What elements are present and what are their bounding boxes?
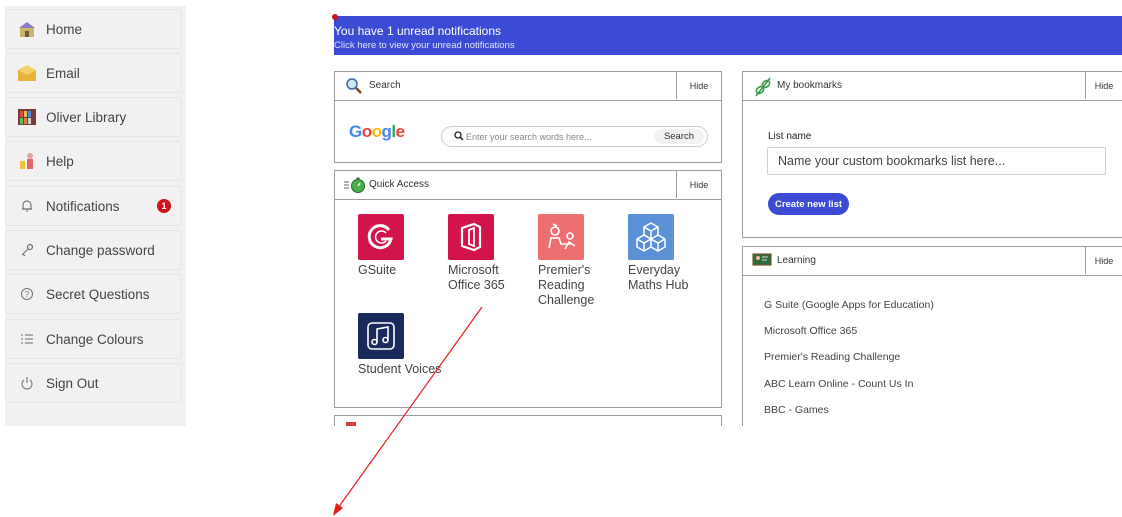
- tile-label: Premier's Reading Challenge: [538, 263, 608, 308]
- learning-link[interactable]: Premier's Reading Challenge: [764, 351, 900, 363]
- search-icon: [454, 131, 464, 144]
- bookmark-link-icon: [752, 77, 772, 97]
- sidebar-item-label: Oliver Library: [46, 109, 127, 125]
- tile-label-line2: Reading: [538, 278, 585, 292]
- panel-title: Learning: [777, 255, 816, 266]
- tile-label-line1: Premier's: [538, 263, 591, 277]
- tile-label: Student Voices: [358, 362, 442, 376]
- quick-access-panel: Quick Access Hide GSuite Microsoft Offic…: [334, 170, 722, 408]
- magnifier-icon: [344, 77, 364, 95]
- search-panel-header: Search Hide: [335, 72, 721, 101]
- question-icon: ?: [16, 284, 38, 304]
- tile-label-line3: Challenge: [538, 293, 595, 307]
- library-icon: [16, 107, 38, 127]
- music-note-icon: [358, 313, 404, 359]
- svg-text:?: ?: [25, 290, 30, 299]
- sidebar-item-change-password[interactable]: Change password: [5, 230, 182, 270]
- tile-label-line2: Maths Hub: [628, 278, 689, 292]
- quick-access-microsoft-office-365[interactable]: Microsoft Office 365: [448, 214, 518, 293]
- sidebar-item-label: Notifications: [46, 198, 120, 214]
- panel-title: Quick Access: [369, 179, 430, 190]
- sidebar-item-notifications[interactable]: Notifications 1: [5, 186, 182, 226]
- tile-label-line1: Everyday: [628, 263, 681, 277]
- quick-access-everyday-maths-hub[interactable]: Everyday Maths Hub: [628, 214, 698, 293]
- email-icon: [16, 63, 38, 83]
- learning-link[interactable]: G Suite (Google Apps for Education): [764, 299, 934, 311]
- search-placeholder: Enter your search words here...: [466, 132, 592, 142]
- sidebar-item-oliver-library[interactable]: Oliver Library: [5, 97, 182, 137]
- hide-button[interactable]: Hide: [1085, 247, 1122, 274]
- banner-link[interactable]: Click here to view your unread notificat…: [334, 40, 515, 51]
- gsuite-icon: [358, 214, 404, 260]
- hide-button[interactable]: Hide: [676, 171, 721, 198]
- quick-access-header: Quick Access Hide: [335, 171, 721, 200]
- search-panel: Search Hide Google Enter your search wor…: [334, 71, 722, 163]
- key-icon: [16, 240, 38, 260]
- quick-access-student-voices[interactable]: Student Voices: [358, 313, 468, 377]
- sidebar-item-label: Change password: [46, 242, 155, 258]
- hide-button[interactable]: Hide: [676, 72, 721, 99]
- tile-label: GSuite: [358, 263, 397, 277]
- sidebar-item-secret-questions[interactable]: ? Secret Questions: [5, 274, 182, 314]
- banner-title: You have 1 unread notifications: [334, 24, 502, 38]
- cubes-icon: [628, 214, 674, 260]
- list-name-label: List name: [768, 131, 812, 142]
- sidebar-item-label: Secret Questions: [46, 286, 150, 302]
- bookmarks-header: My bookmarks Hide: [743, 72, 1122, 101]
- hide-button[interactable]: Hide: [1085, 72, 1122, 99]
- stopwatch-icon: [344, 176, 365, 194]
- google-logo: Google: [349, 122, 405, 141]
- unread-dot: [332, 14, 338, 20]
- tile-label: Everyday Maths Hub: [628, 263, 698, 293]
- tile-label-line2: Office 365: [448, 278, 505, 292]
- tile-label: Microsoft Office 365: [448, 263, 518, 293]
- sidebar-item-home[interactable]: Home: [5, 9, 182, 49]
- tile-label-line1: Microsoft: [448, 263, 499, 277]
- reading-challenge-icon: [538, 214, 584, 260]
- sidebar-item-label: Home: [46, 21, 83, 37]
- sidebar-item-change-colours[interactable]: Change Colours: [5, 319, 182, 359]
- quick-access-premiers-reading-challenge[interactable]: Premier's Reading Challenge: [538, 214, 608, 308]
- list-icon: [16, 329, 38, 349]
- panel-title: My bookmarks: [777, 80, 843, 91]
- home-icon: [16, 19, 38, 39]
- sidebar: Home Email Oliver Library Help Notificat…: [5, 6, 186, 426]
- bookmarks-panel: My bookmarks Hide List name Name your cu…: [742, 71, 1122, 238]
- search-input[interactable]: Enter your search words here... Search: [441, 126, 708, 147]
- chalkboard-icon: [752, 252, 772, 270]
- sidebar-item-label: Help: [46, 153, 74, 169]
- learning-header: Learning Hide: [743, 247, 1122, 276]
- sidebar-item-sign-out[interactable]: Sign Out: [5, 363, 182, 403]
- panel-title: Search: [369, 80, 401, 91]
- sidebar-item-label: Sign Out: [46, 375, 99, 391]
- sidebar-item-label: Change Colours: [46, 331, 144, 347]
- bell-icon: [16, 196, 38, 216]
- sidebar-item-label: Email: [46, 65, 80, 81]
- page-bottom-area: [186, 426, 1122, 517]
- learning-link[interactable]: Microsoft Office 365: [764, 325, 857, 337]
- sidebar-item-help[interactable]: Help: [5, 141, 182, 181]
- list-name-input[interactable]: Name your custom bookmarks list here...: [767, 147, 1106, 175]
- notification-banner[interactable]: You have 1 unread notifications Click he…: [332, 14, 1122, 55]
- learning-link[interactable]: BBC - Games: [764, 404, 829, 416]
- help-icon: [16, 151, 38, 171]
- office-icon: [448, 214, 494, 260]
- power-icon: [16, 373, 38, 393]
- quick-access-gsuite[interactable]: GSuite: [358, 214, 428, 278]
- search-button[interactable]: Search: [654, 129, 704, 144]
- sidebar-item-email[interactable]: Email: [5, 53, 182, 93]
- learning-link[interactable]: ABC Learn Online - Count Us In: [764, 378, 913, 390]
- notification-count-badge: 1: [157, 199, 171, 213]
- create-new-list-button[interactable]: Create new list: [768, 193, 849, 215]
- learning-panel: Learning Hide G Suite (Google Apps for E…: [742, 246, 1122, 446]
